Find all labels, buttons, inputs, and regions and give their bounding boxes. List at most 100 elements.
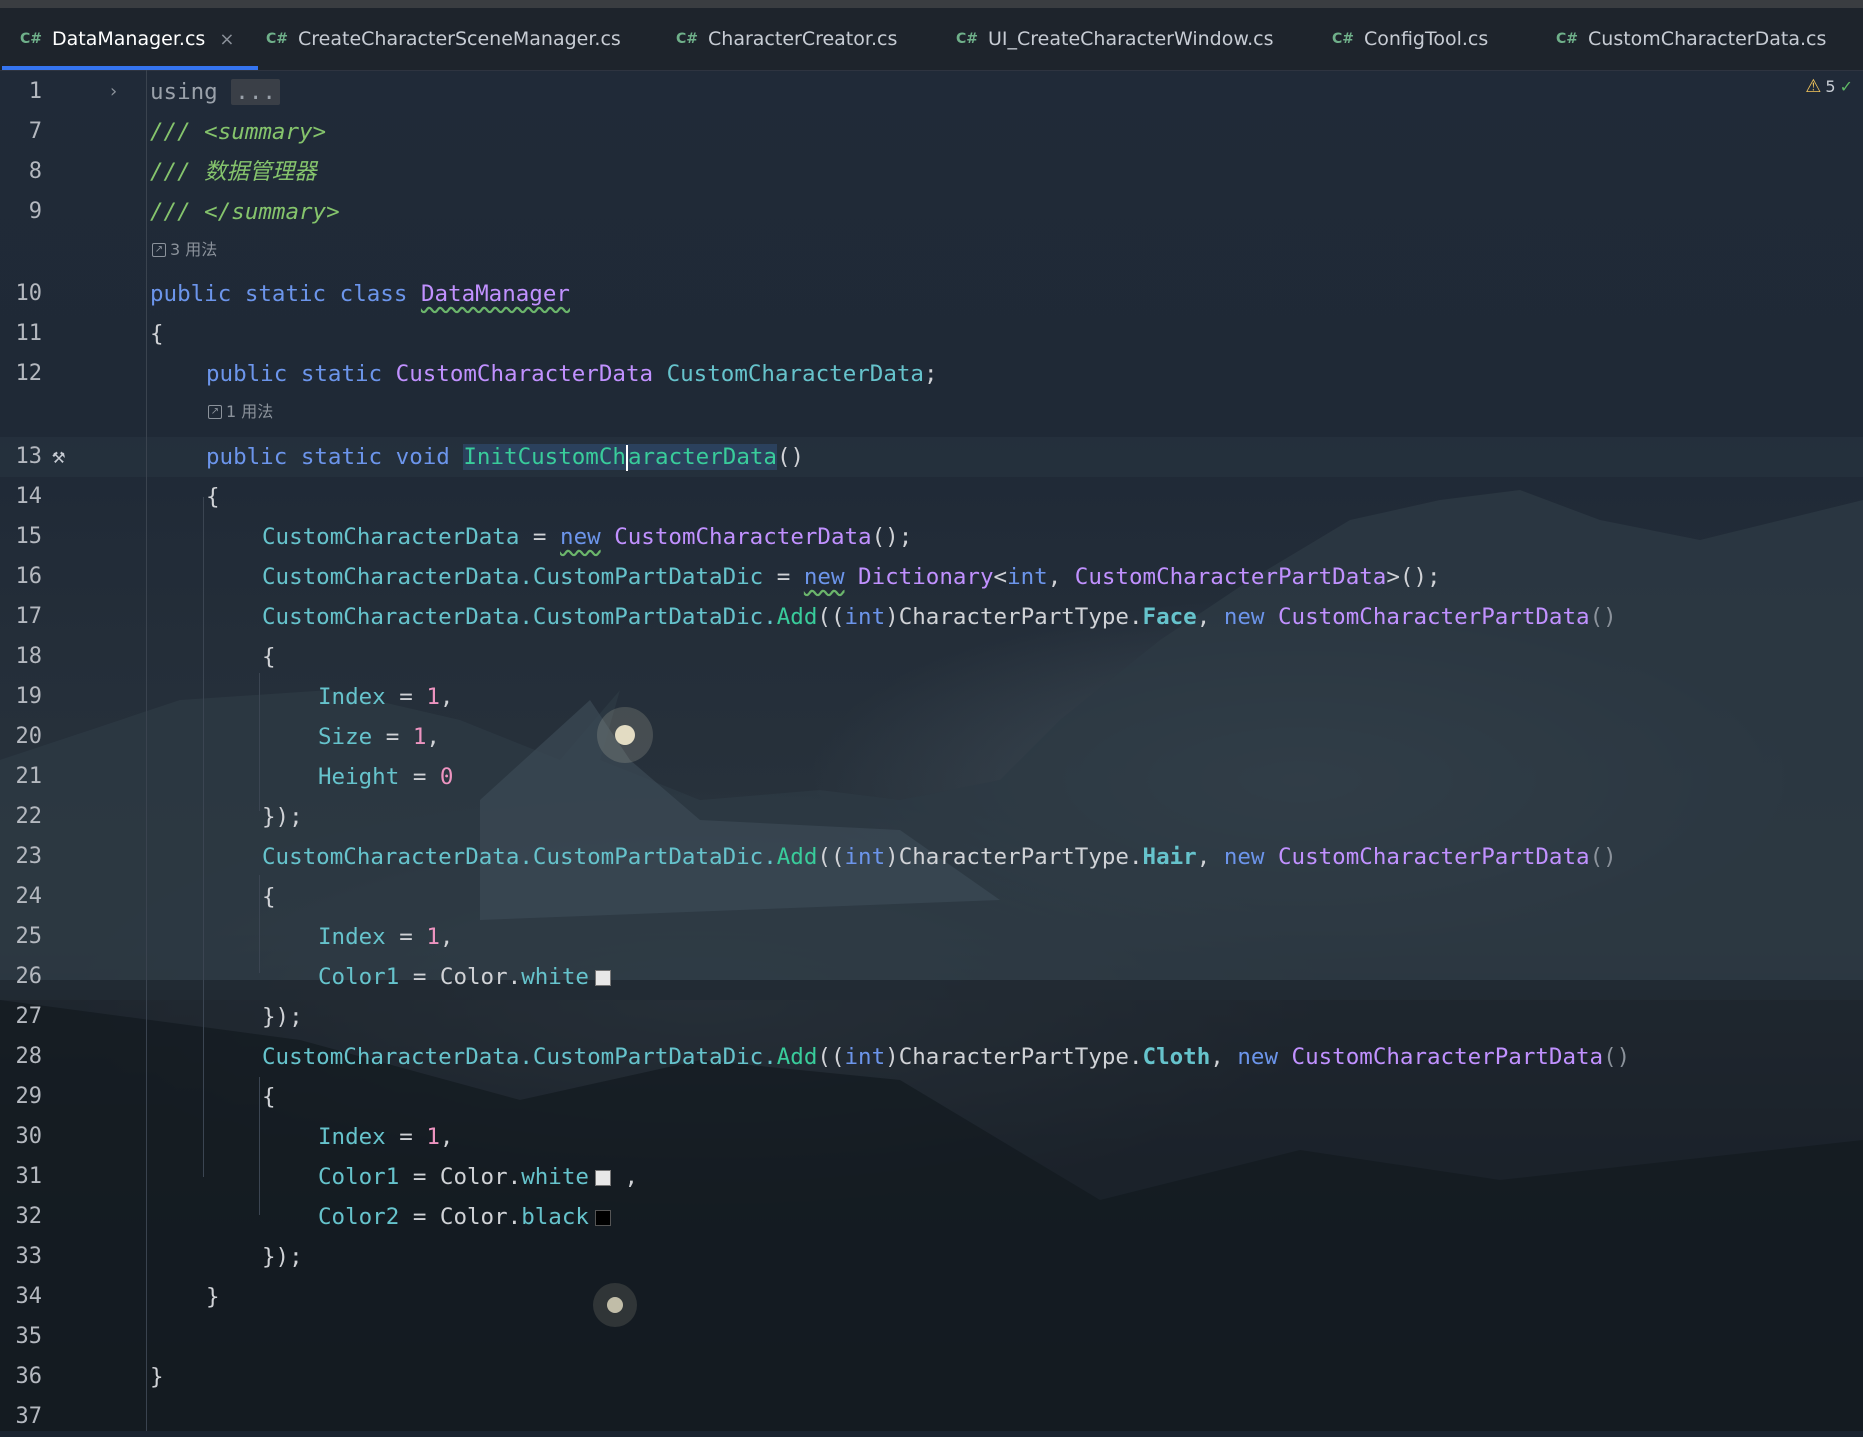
usages-hint[interactable]: ↗ 3 用法 <box>152 236 217 264</box>
code-line: 13 ⚒ public static void InitCustomCharac… <box>0 437 1863 477</box>
color-white-swatch-icon[interactable] <box>594 969 611 986</box>
tab-label: CustomCharacterData.cs <box>1588 28 1827 50</box>
line-number: 34 <box>15 1284 43 1309</box>
line-number: 20 <box>15 724 43 749</box>
code-text: Index = 1, <box>318 684 454 710</box>
code-text: } <box>206 1284 220 1310</box>
tab-charactercreator[interactable]: C# CharacterCreator.cs <box>676 8 897 70</box>
code-line: 24 { <box>0 877 1863 917</box>
code-line: 15 CustomCharacterData = new CustomChara… <box>0 517 1863 557</box>
code-line: 25 Index = 1, <box>0 917 1863 957</box>
code-line: 33 }); <box>0 1237 1863 1277</box>
tab-ui-createcharacterwindow[interactable]: C# UI_CreateCharacterWindow.cs <box>956 8 1274 70</box>
line-number: 32 <box>15 1204 43 1229</box>
tab-configtool[interactable]: C# ConfigTool.cs <box>1332 8 1488 70</box>
code-text: CustomCharacterData.CustomPartDataDic.Ad… <box>262 604 1617 630</box>
code-line: 1 › using ... <box>0 72 1863 112</box>
tab-label: CharacterCreator.cs <box>708 28 898 50</box>
line-number: 15 <box>15 524 43 549</box>
code-editor[interactable]: 1 › using ... 7 /// <summary> 8 /// 数据管理… <box>0 70 1863 1431</box>
code-line: 37 <box>0 1397 1863 1437</box>
usages-label: 1 用法 <box>226 402 274 421</box>
code-text: { <box>262 644 276 670</box>
code-line: 14 { <box>0 477 1863 517</box>
code-line: 21 Height = 0 <box>0 757 1863 797</box>
usages-label: 3 用法 <box>170 240 218 259</box>
tab-label: DataManager.cs <box>52 28 206 50</box>
code-text: }); <box>262 1244 303 1270</box>
line-number: 13 <box>15 444 43 469</box>
code-text: CustomCharacterData.CustomPartDataDic.Ad… <box>262 844 1617 870</box>
code-line: 30 Index = 1, <box>0 1117 1863 1157</box>
code-text: }); <box>262 804 303 830</box>
code-line: 28 CustomCharacterData.CustomPartDataDic… <box>0 1037 1863 1077</box>
code-text: Color1 = Color.white , <box>318 1164 639 1190</box>
code-text: } <box>150 1364 164 1390</box>
color-white-swatch-icon[interactable] <box>594 1169 611 1186</box>
code-line: 19 Index = 1, <box>0 677 1863 717</box>
line-number: 8 <box>28 159 42 184</box>
code-line: 36 } <box>0 1357 1863 1397</box>
line-number: 36 <box>15 1364 43 1389</box>
line-number: 33 <box>15 1244 43 1269</box>
code-text: Color1 = Color.white <box>318 957 611 997</box>
code-text: Index = 1, <box>318 924 454 950</box>
code-text: { <box>206 484 220 510</box>
line-number: 35 <box>15 1324 43 1349</box>
code-line: 7 /// <summary> <box>0 112 1863 152</box>
line-number: 10 <box>15 281 43 306</box>
line-number: 19 <box>15 684 43 709</box>
code-line: 16 CustomCharacterData.CustomPartDataDic… <box>0 557 1863 597</box>
code-text: }); <box>262 1004 303 1030</box>
collapsed-imports[interactable]: ... <box>231 79 280 105</box>
doc-comment: /// <summary> <box>150 119 327 145</box>
code-text: CustomCharacterData = new CustomCharacte… <box>262 524 913 550</box>
line-number: 28 <box>15 1044 43 1069</box>
code-text: public static void InitCustomCharacterDa… <box>206 444 805 471</box>
window-top-strip <box>0 0 1863 8</box>
usages-hint[interactable]: ↗ 1 用法 <box>208 398 273 426</box>
fold-arrow-icon[interactable]: › <box>108 72 119 112</box>
line-number: 27 <box>15 1004 43 1029</box>
tab-label: UI_CreateCharacterWindow.cs <box>988 28 1274 50</box>
tab-createcharacterscenemanager[interactable]: C# CreateCharacterSceneManager.cs <box>266 8 621 70</box>
code-line: 10 public static class DataManager <box>0 274 1863 314</box>
csharp-file-icon: C# <box>1556 31 1579 47</box>
line-number: 11 <box>15 321 43 346</box>
line-number: 12 <box>15 361 43 386</box>
line-number: 25 <box>15 924 43 949</box>
tab-customcharacterdata[interactable]: C# CustomCharacterData.cs <box>1556 8 1826 70</box>
line-number: 17 <box>15 604 43 629</box>
tab-datamanager[interactable]: C# DataManager.cs × <box>1 8 259 70</box>
code-line: 20 Size = 1, <box>0 717 1863 757</box>
code-line: 35 <box>0 1317 1863 1357</box>
code-line: 23 CustomCharacterData.CustomPartDataDic… <box>0 837 1863 877</box>
code-line: 22 }); <box>0 797 1863 837</box>
csharp-file-icon: C# <box>676 31 699 47</box>
csharp-file-icon: C# <box>1332 31 1355 47</box>
build-hammer-icon[interactable]: ⚒ <box>52 437 65 477</box>
line-number: 23 <box>15 844 43 869</box>
tab-label: CreateCharacterSceneManager.cs <box>298 28 621 50</box>
line-number: 21 <box>15 764 43 789</box>
code-line: 26 Color1 = Color.white <box>0 957 1863 997</box>
code-line: 34 } <box>0 1277 1863 1317</box>
code-line: 32 Color2 = Color.black <box>0 1197 1863 1237</box>
code-text: public static class DataManager <box>150 281 570 307</box>
csharp-file-icon: C# <box>956 31 979 47</box>
code-text: { <box>262 1084 276 1110</box>
line-number: 30 <box>15 1124 43 1149</box>
tab-label: ConfigTool.cs <box>1364 28 1489 50</box>
line-number: 29 <box>15 1084 43 1109</box>
code-line: 9 /// </summary> <box>0 192 1863 232</box>
code-line: 27 }); <box>0 997 1863 1037</box>
code-text: Index = 1, <box>318 1124 454 1150</box>
code-text: CustomCharacterData.CustomPartDataDic = … <box>262 564 1441 590</box>
close-tab-icon[interactable]: × <box>219 29 234 50</box>
color-black-swatch-icon[interactable] <box>594 1209 611 1226</box>
code-line: 11 { <box>0 314 1863 354</box>
line-number: 31 <box>15 1164 43 1189</box>
line-number: 18 <box>15 644 43 669</box>
code-text: Size = 1, <box>318 724 440 750</box>
code-text: CustomCharacterData.CustomPartDataDic.Ad… <box>262 1044 1631 1070</box>
